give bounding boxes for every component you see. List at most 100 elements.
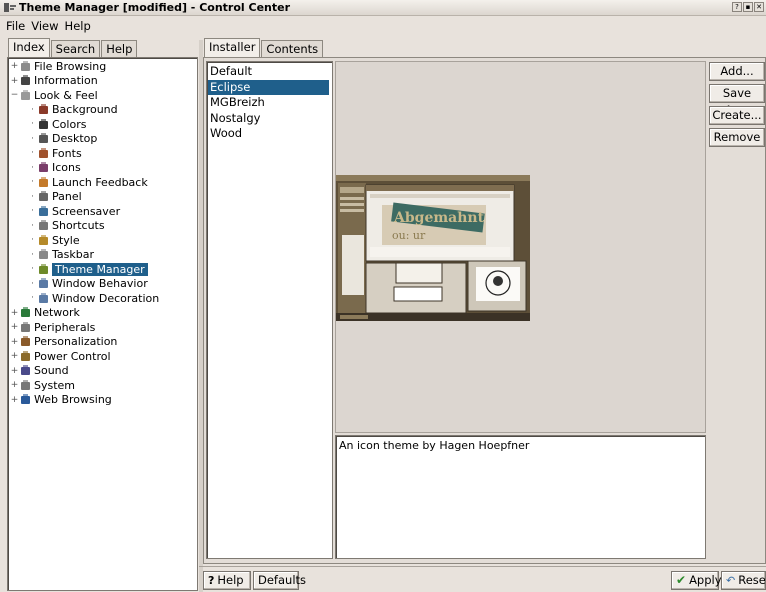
tree-line: · [31, 293, 34, 303]
tree-item-personalization[interactable]: + Personalization [10, 335, 118, 349]
theme-list: Default Eclipse MGBreizh Nostalgy Wood [206, 61, 333, 559]
expand-icon[interactable]: + [10, 395, 19, 405]
tree-item-desktop[interactable]: · Desktop [28, 132, 97, 146]
create-button[interactable]: Create... [709, 106, 765, 125]
tree-item-label: Look & Feel [34, 88, 98, 102]
tree-item-label: Icons [52, 161, 81, 174]
tree-item-taskbar[interactable]: · Taskbar [28, 248, 94, 262]
tree-item-screensaver[interactable]: · Screensaver [28, 204, 120, 218]
tree-item-file-browsing[interactable]: + File Browsing [10, 59, 106, 73]
tree-item-power-control[interactable]: + Power Control [10, 349, 111, 363]
collapse-icon[interactable]: − [10, 90, 19, 100]
tree-item-style[interactable]: · Style [28, 233, 80, 247]
help-button[interactable]: ? Help [203, 571, 251, 590]
help-icon: ? [208, 574, 215, 587]
panel-icon [38, 191, 49, 202]
expand-icon[interactable]: + [10, 380, 19, 390]
power-control-icon [20, 350, 31, 362]
tree-item-peripherals[interactable]: + Peripherals [10, 320, 96, 334]
look-feel-icon [20, 89, 31, 101]
expand-icon[interactable]: + [10, 337, 19, 347]
tree-item-information[interactable]: + Information [10, 74, 98, 88]
expand-icon[interactable]: + [10, 351, 19, 361]
desktop-icon [38, 133, 49, 144]
tree-item-icons[interactable]: · Icons [28, 161, 81, 175]
tree-line: · [31, 119, 34, 129]
network-icon [20, 307, 31, 318]
theme-item-mgbreizh[interactable]: MGBreizh [208, 95, 329, 110]
theme-preview-image: Abgemahnt ou: ur [336, 175, 530, 321]
title-bar: Theme Manager [modified] - Control Cente… [0, 0, 766, 16]
background-icon [38, 104, 49, 115]
tree-item-label: Fonts [52, 146, 82, 160]
reset-button[interactable]: ↶ Reset [721, 571, 766, 590]
tab-installer[interactable]: Installer [204, 38, 261, 59]
tree-item-label: Panel [52, 190, 82, 203]
tree-item-label: Screensaver [52, 204, 121, 218]
system-icon [20, 379, 31, 391]
tree-item-web-browsing[interactable]: + Web Browsing [10, 393, 112, 407]
tree-item-colors[interactable]: · Colors [28, 117, 86, 131]
screensaver-icon [38, 205, 49, 217]
peripherals-icon [20, 321, 31, 333]
menu-file[interactable]: File [6, 19, 25, 33]
theme-manager-icon [38, 263, 49, 275]
preview-area: Abgemahnt ou: ur [335, 61, 706, 433]
tree-item-network[interactable]: + Network [10, 306, 80, 320]
tree-item-label: Shortcuts [52, 219, 105, 232]
theme-item-nostalgy[interactable]: Nostalgy [208, 111, 329, 126]
menu-help[interactable]: Help [65, 19, 91, 33]
sound-icon [20, 365, 31, 376]
close-button[interactable]: ✕ [754, 2, 764, 12]
tree-item-background[interactable]: · Background [28, 103, 118, 117]
tree-line: · [31, 133, 34, 144]
expand-icon[interactable]: + [10, 322, 19, 332]
add-button[interactable]: Add... [709, 62, 765, 81]
icons-icon [38, 162, 49, 173]
theme-item-eclipse[interactable]: Eclipse [208, 79, 329, 95]
bottom-separator [199, 566, 766, 567]
tree-item-shortcuts[interactable]: · Shortcuts [28, 219, 105, 233]
tree-item-launch-feedback[interactable]: · Launch Feedback [28, 175, 148, 189]
help-window-button[interactable]: ? [732, 2, 742, 12]
window-title: Theme Manager [modified] - Control Cente… [19, 1, 290, 14]
tree-item-system[interactable]: + System [10, 378, 75, 392]
tree-item-panel[interactable]: · Panel [28, 190, 82, 204]
tree-item-label: Peripherals [34, 320, 96, 334]
tree-item-label: Sound [34, 364, 69, 377]
tree-item-label: File Browsing [34, 59, 107, 73]
window-decoration-icon [38, 292, 49, 304]
theme-description-box: An icon theme by Hagen Hoepfner [335, 435, 706, 559]
theme-item-default[interactable]: Default [208, 64, 329, 79]
tree-line: · [31, 162, 34, 173]
tree-item-label: System [34, 378, 76, 392]
expand-icon[interactable]: + [10, 366, 19, 376]
tree-item-label: Desktop [52, 132, 98, 145]
tree-item-theme-manager[interactable]: · Theme Manager [28, 262, 148, 276]
menu-bar: File View Help [0, 17, 766, 35]
tree-item-fonts[interactable]: · Fonts [28, 146, 82, 160]
tree-item-label: Personalization [34, 335, 118, 348]
apply-button-label: Apply [689, 573, 722, 587]
expand-icon[interactable]: + [10, 308, 19, 318]
tree-item-look-feel[interactable]: − Look & Feel [10, 88, 98, 102]
tree-item-window-behavior[interactable]: · Window Behavior [28, 277, 148, 291]
reset-button-label: Reset [738, 573, 766, 587]
remove-button[interactable]: Remove [709, 128, 765, 147]
info-icon [20, 75, 31, 86]
tree-item-label: Window Behavior [52, 277, 148, 290]
tab-index[interactable]: Index [8, 38, 50, 59]
maximize-button[interactable]: ▪ [743, 2, 753, 12]
tree-item-label: Information [34, 74, 98, 87]
preview-banner: Abgemahnt [393, 210, 485, 226]
expand-icon[interactable]: + [10, 76, 19, 86]
apply-button[interactable]: ✔ Apply [671, 571, 722, 590]
defaults-button[interactable]: Defaults [253, 571, 306, 590]
theme-item-wood[interactable]: Wood [208, 126, 329, 141]
menu-view[interactable]: View [31, 19, 58, 33]
preview-banner-sub: ou: ur [392, 229, 426, 242]
save-as-button[interactable]: Save As... [709, 84, 765, 117]
tree-item-sound[interactable]: + Sound [10, 364, 69, 378]
tree-item-window-decoration[interactable]: · Window Decoration [28, 291, 159, 305]
expand-icon[interactable]: + [10, 61, 19, 71]
